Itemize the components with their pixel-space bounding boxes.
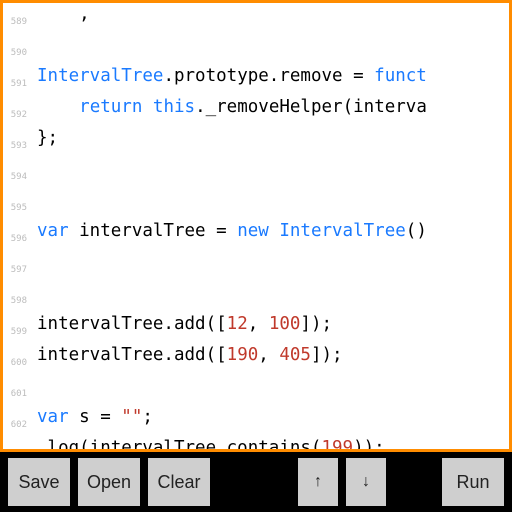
line-number: 598 [3, 282, 31, 313]
line-code[interactable] [31, 375, 48, 406]
move-up-button[interactable]: ↑ [298, 458, 338, 506]
line-code[interactable]: IntervalTree.prototype.remove = funct [31, 65, 427, 96]
line-code[interactable]: }; [31, 127, 58, 158]
code-line[interactable]: 593}; [3, 127, 509, 158]
toolbar: Save Open Clear ↑ ↓ Run [0, 452, 512, 512]
open-button[interactable]: Open [78, 458, 140, 506]
line-code[interactable]: var s = ""; [31, 406, 153, 437]
line-code[interactable] [31, 282, 48, 313]
code-line[interactable]: 601 [3, 375, 509, 406]
line-code[interactable] [31, 189, 48, 220]
line-number: 595 [3, 189, 31, 220]
run-button[interactable]: Run [442, 458, 504, 506]
line-code[interactable] [31, 34, 48, 65]
line-number: 603 [3, 437, 31, 452]
code-line[interactable]: 599intervalTree.add([12, 100]); [3, 313, 509, 344]
line-number: 592 [3, 96, 31, 127]
move-down-button[interactable]: ↓ [346, 458, 386, 506]
line-number: 594 [3, 158, 31, 189]
line-code[interactable] [31, 251, 48, 282]
line-number: 590 [3, 34, 31, 65]
line-number: 591 [3, 65, 31, 96]
line-code[interactable]: return this._removeHelper(interva [31, 96, 427, 127]
line-number: 601 [3, 375, 31, 406]
line-number: 600 [3, 344, 31, 375]
code-line[interactable]: 596var intervalTree = new IntervalTree() [3, 220, 509, 251]
line-number: 589 [3, 3, 31, 34]
line-number: 599 [3, 313, 31, 344]
code-line[interactable]: 597 [3, 251, 509, 282]
line-code[interactable]: var intervalTree = new IntervalTree() [31, 220, 427, 251]
code-line[interactable]: 595 [3, 189, 509, 220]
code-line[interactable]: 591IntervalTree.prototype.remove = funct [3, 65, 509, 96]
line-number: 602 [3, 406, 31, 437]
line-number: 596 [3, 220, 31, 251]
line-number: 593 [3, 127, 31, 158]
code-line[interactable]: 598 [3, 282, 509, 313]
code-line[interactable]: 592 return this._removeHelper(interva [3, 96, 509, 127]
line-code[interactable]: intervalTree.add([12, 100]); [31, 313, 332, 344]
code-line[interactable]: 594 [3, 158, 509, 189]
code-line[interactable]: 603_log(intervalTree.contains(199)); [3, 437, 509, 452]
line-code[interactable] [31, 158, 48, 189]
line-code[interactable]: , [31, 3, 90, 34]
code-line[interactable]: 590 [3, 34, 509, 65]
code-editor[interactable]: 589 ,590 591IntervalTree.prototype.remov… [0, 0, 512, 452]
code-line[interactable]: 600intervalTree.add([190, 405]); [3, 344, 509, 375]
line-number: 597 [3, 251, 31, 282]
save-button[interactable]: Save [8, 458, 70, 506]
code-line[interactable]: 602var s = ""; [3, 406, 509, 437]
code-area[interactable]: 589 ,590 591IntervalTree.prototype.remov… [3, 3, 509, 452]
code-line[interactable]: 589 , [3, 3, 509, 34]
line-code[interactable]: intervalTree.add([190, 405]); [31, 344, 343, 375]
clear-button[interactable]: Clear [148, 458, 210, 506]
line-code[interactable]: _log(intervalTree.contains(199)); [31, 437, 385, 452]
